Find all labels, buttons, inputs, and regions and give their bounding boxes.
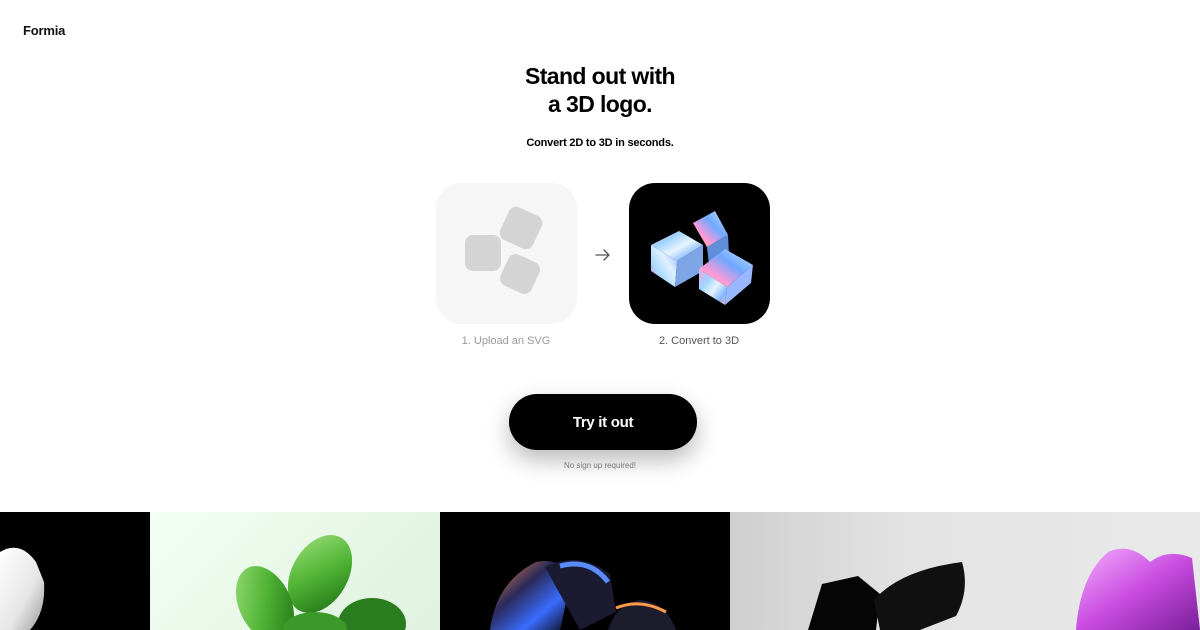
step-convert-label: 2. Convert to 3D [658, 335, 740, 347]
3d-logo-illustration [651, 211, 753, 305]
hero-title: Stand out with a 3D logo. [0, 62, 1200, 118]
gallery-tile-white-logo [0, 512, 150, 630]
no-signup-note: No sign up required! [563, 461, 637, 470]
brand-logo-text[interactable]: Formia [23, 23, 65, 38]
logo-gallery-strip [0, 512, 1200, 630]
hero-title-line-1: Stand out with [524, 63, 676, 89]
upload-svg-preview [436, 183, 577, 324]
try-it-out-button[interactable]: Try it out [509, 394, 697, 450]
gallery-tile-black-shapes [730, 512, 1200, 630]
hero-subtitle: Convert 2D to 3D in seconds. [526, 137, 674, 149]
flat-shape-top [499, 206, 543, 250]
flat-shape-bottom [500, 254, 540, 294]
hero-title-line-2: a 3D logo. [548, 91, 653, 117]
step-upload-label: 1. Upload an SVG [461, 335, 551, 347]
arrow-right-icon [595, 249, 610, 261]
gallery-tile-dark-iridescent [440, 512, 730, 630]
flat-logo-illustration [465, 206, 543, 294]
gallery-tile-green-clover [150, 512, 440, 630]
converted-3d-preview [629, 183, 770, 324]
flat-shape-left [465, 235, 501, 271]
